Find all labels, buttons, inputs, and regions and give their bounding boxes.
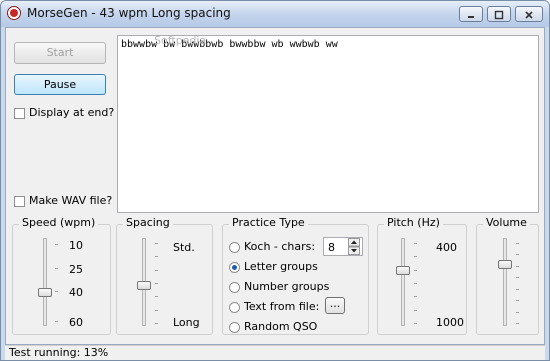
title-bar[interactable]: MorseGen - 43 wpm Long spacing — [1, 1, 549, 27]
koch-chars-spinner[interactable]: 8 — [323, 237, 363, 256]
volume-group-title: Volume — [483, 216, 530, 229]
slider-tick — [155, 256, 158, 257]
pitch-group-title: Pitch (Hz) — [384, 216, 443, 229]
spinner-arrows-icon[interactable] — [348, 238, 360, 255]
display-at-end-checkbox[interactable] — [14, 108, 25, 119]
slider-tick — [516, 312, 519, 313]
slider-tick — [516, 289, 519, 290]
speed-tick-label: 10 — [69, 239, 83, 252]
slider-tick — [516, 243, 519, 244]
minimize-icon — [468, 16, 474, 18]
pitch-tick-label: 400 — [436, 241, 457, 254]
slider-tick — [414, 296, 417, 297]
watermark: Softpedia — [154, 34, 207, 47]
volume-slider-thumb[interactable] — [498, 260, 512, 269]
pitch-tick-label: 1000 — [436, 316, 464, 329]
spacing-slider-thumb[interactable] — [137, 281, 151, 290]
slider-tick — [414, 323, 417, 324]
main-window: MorseGen - 43 wpm Long spacing Start Pau… — [0, 0, 550, 361]
speed-slider-track — [43, 238, 47, 326]
pause-button[interactable]: Pause — [14, 74, 106, 95]
slider-tick — [155, 296, 158, 297]
minimize-button[interactable] — [459, 6, 483, 22]
radio-letter-groups[interactable] — [229, 262, 240, 273]
radio-letter-groups-label: Letter groups — [244, 260, 318, 273]
radio-koch[interactable] — [229, 242, 240, 253]
slider-tick — [155, 310, 158, 311]
radio-random-qso-label: Random QSO — [244, 320, 318, 333]
volume-slider-track — [503, 238, 507, 326]
make-wav-label: Make WAV file? — [29, 194, 113, 207]
slider-tick — [155, 243, 158, 244]
speed-group: Speed (wpm) 10 25 40 60 — [12, 216, 111, 335]
status-bar: Test running: 13% — [5, 345, 545, 360]
spacing-group: Spacing Std. Long — [116, 216, 213, 335]
display-at-end-label: Display at end? — [29, 106, 115, 119]
practice-type-group: Practice Type Koch - chars: 8 Letter gro… — [222, 216, 369, 335]
client-area: Start Pause Display at end? Make WAV fil… — [5, 27, 545, 345]
radio-number-groups[interactable] — [229, 282, 240, 293]
slider-tick — [516, 323, 519, 324]
pitch-group: Pitch (Hz) 400 1000 — [377, 216, 467, 335]
speed-tick — [55, 321, 58, 322]
slider-tick — [516, 277, 519, 278]
status-text: Test running: 13% — [9, 346, 109, 359]
radio-number-groups-label: Number groups — [244, 280, 330, 293]
speed-slider-thumb[interactable] — [38, 288, 52, 297]
speed-tick-label: 25 — [69, 263, 83, 276]
slider-tick — [155, 283, 158, 284]
slider-tick — [414, 270, 417, 271]
speed-tick — [55, 291, 58, 292]
practice-type-title: Practice Type — [229, 216, 308, 229]
morse-text-area[interactable]: bbwwbw bw bwwbbwb bwwbbw wb wwbwb ww Sof… — [117, 34, 539, 213]
speed-group-title: Speed (wpm) — [19, 216, 99, 229]
slider-tick — [155, 323, 158, 324]
pitch-slider-thumb[interactable] — [396, 266, 410, 275]
start-button[interactable]: Start — [14, 42, 106, 64]
radio-text-from-file[interactable] — [229, 302, 240, 313]
slider-tick — [414, 310, 417, 311]
slider-tick — [414, 256, 417, 257]
maximize-icon — [494, 10, 504, 20]
radio-text-from-file-label: Text from file: — [244, 300, 320, 313]
radio-random-qso[interactable] — [229, 322, 240, 333]
slider-tick — [414, 243, 417, 244]
speed-tick — [55, 268, 58, 269]
window-title: MorseGen - 43 wpm Long spacing — [27, 6, 231, 20]
spacing-tick-label: Std. — [173, 241, 195, 254]
koch-chars-value: 8 — [328, 241, 335, 254]
radio-koch-label: Koch - chars: — [244, 240, 316, 253]
app-icon — [7, 6, 21, 20]
slider-tick — [155, 270, 158, 271]
slider-tick — [516, 254, 519, 255]
slider-tick — [516, 300, 519, 301]
close-button[interactable] — [515, 6, 543, 22]
speed-tick-label: 60 — [69, 316, 83, 329]
slider-tick — [516, 266, 519, 267]
slider-tick — [414, 283, 417, 284]
close-icon — [525, 11, 533, 19]
make-wav-checkbox[interactable] — [14, 196, 25, 207]
speed-tick — [55, 244, 58, 245]
pitch-slider-track — [401, 238, 405, 326]
maximize-button[interactable] — [487, 6, 511, 22]
browse-file-button[interactable]: ... — [325, 297, 345, 314]
speed-tick-label: 40 — [69, 286, 83, 299]
spacing-group-title: Spacing — [123, 216, 173, 229]
spacing-tick-label: Long — [173, 316, 200, 329]
volume-group: Volume — [476, 216, 539, 335]
